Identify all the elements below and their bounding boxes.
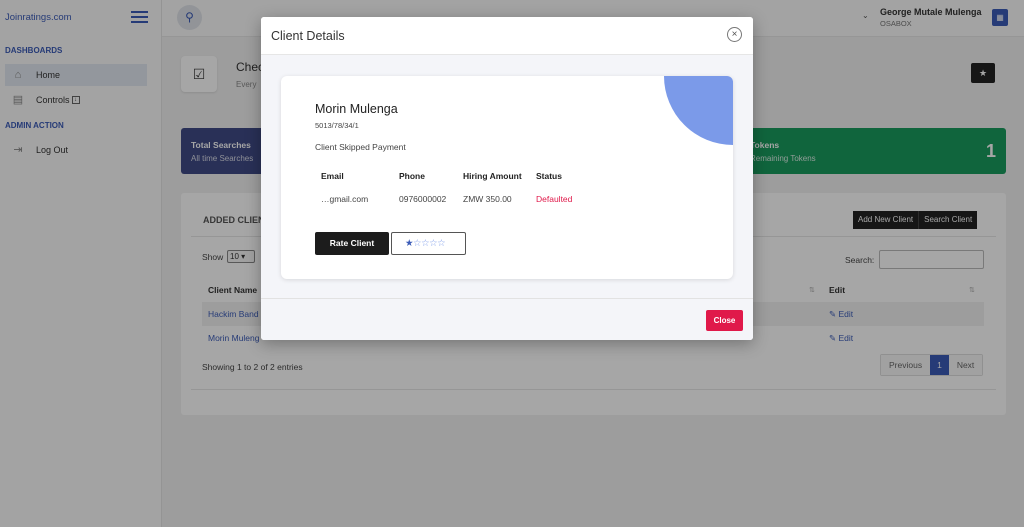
close-icon[interactable]: ×	[727, 27, 742, 42]
close-button[interactable]: Close	[706, 310, 743, 331]
modal-body: Morin Mulenga 5013/78/34/1 Client Skippe…	[261, 55, 753, 298]
modal-title: Client Details	[271, 29, 345, 43]
client-details-modal: Client Details × Morin Mulenga 5013/78/3…	[261, 17, 753, 340]
star-empty-icon[interactable]: ☆	[429, 238, 438, 249]
rate-client-button[interactable]: Rate Client	[315, 232, 389, 255]
client-phone: 0976000002	[399, 194, 447, 204]
star-empty-icon[interactable]: ☆	[413, 238, 422, 249]
header-hiring-amount: Hiring Amount	[463, 171, 522, 181]
client-status-text: Client Skipped Payment	[315, 142, 406, 152]
header-status: Status	[536, 171, 562, 181]
star-empty-icon[interactable]: ☆	[421, 238, 430, 249]
client-name: Morin Mulenga	[315, 102, 398, 116]
client-hiring-amount: ZMW 350.00	[463, 194, 512, 204]
modal-header: Client Details ×	[261, 17, 753, 55]
client-email: …gmail.com	[321, 194, 369, 204]
star-rating[interactable]: ★☆☆☆☆	[391, 232, 466, 255]
client-profile-card: Morin Mulenga 5013/78/34/1 Client Skippe…	[281, 76, 733, 279]
decorative-shape	[664, 76, 733, 145]
modal-footer: Close	[261, 298, 753, 340]
client-id: 5013/78/34/1	[315, 121, 359, 130]
star-empty-icon[interactable]: ☆	[437, 238, 446, 249]
star-filled-icon[interactable]: ★	[405, 238, 414, 249]
header-phone: Phone	[399, 171, 425, 181]
header-email: Email	[321, 171, 344, 181]
client-status-badge: Defaulted	[536, 194, 573, 204]
